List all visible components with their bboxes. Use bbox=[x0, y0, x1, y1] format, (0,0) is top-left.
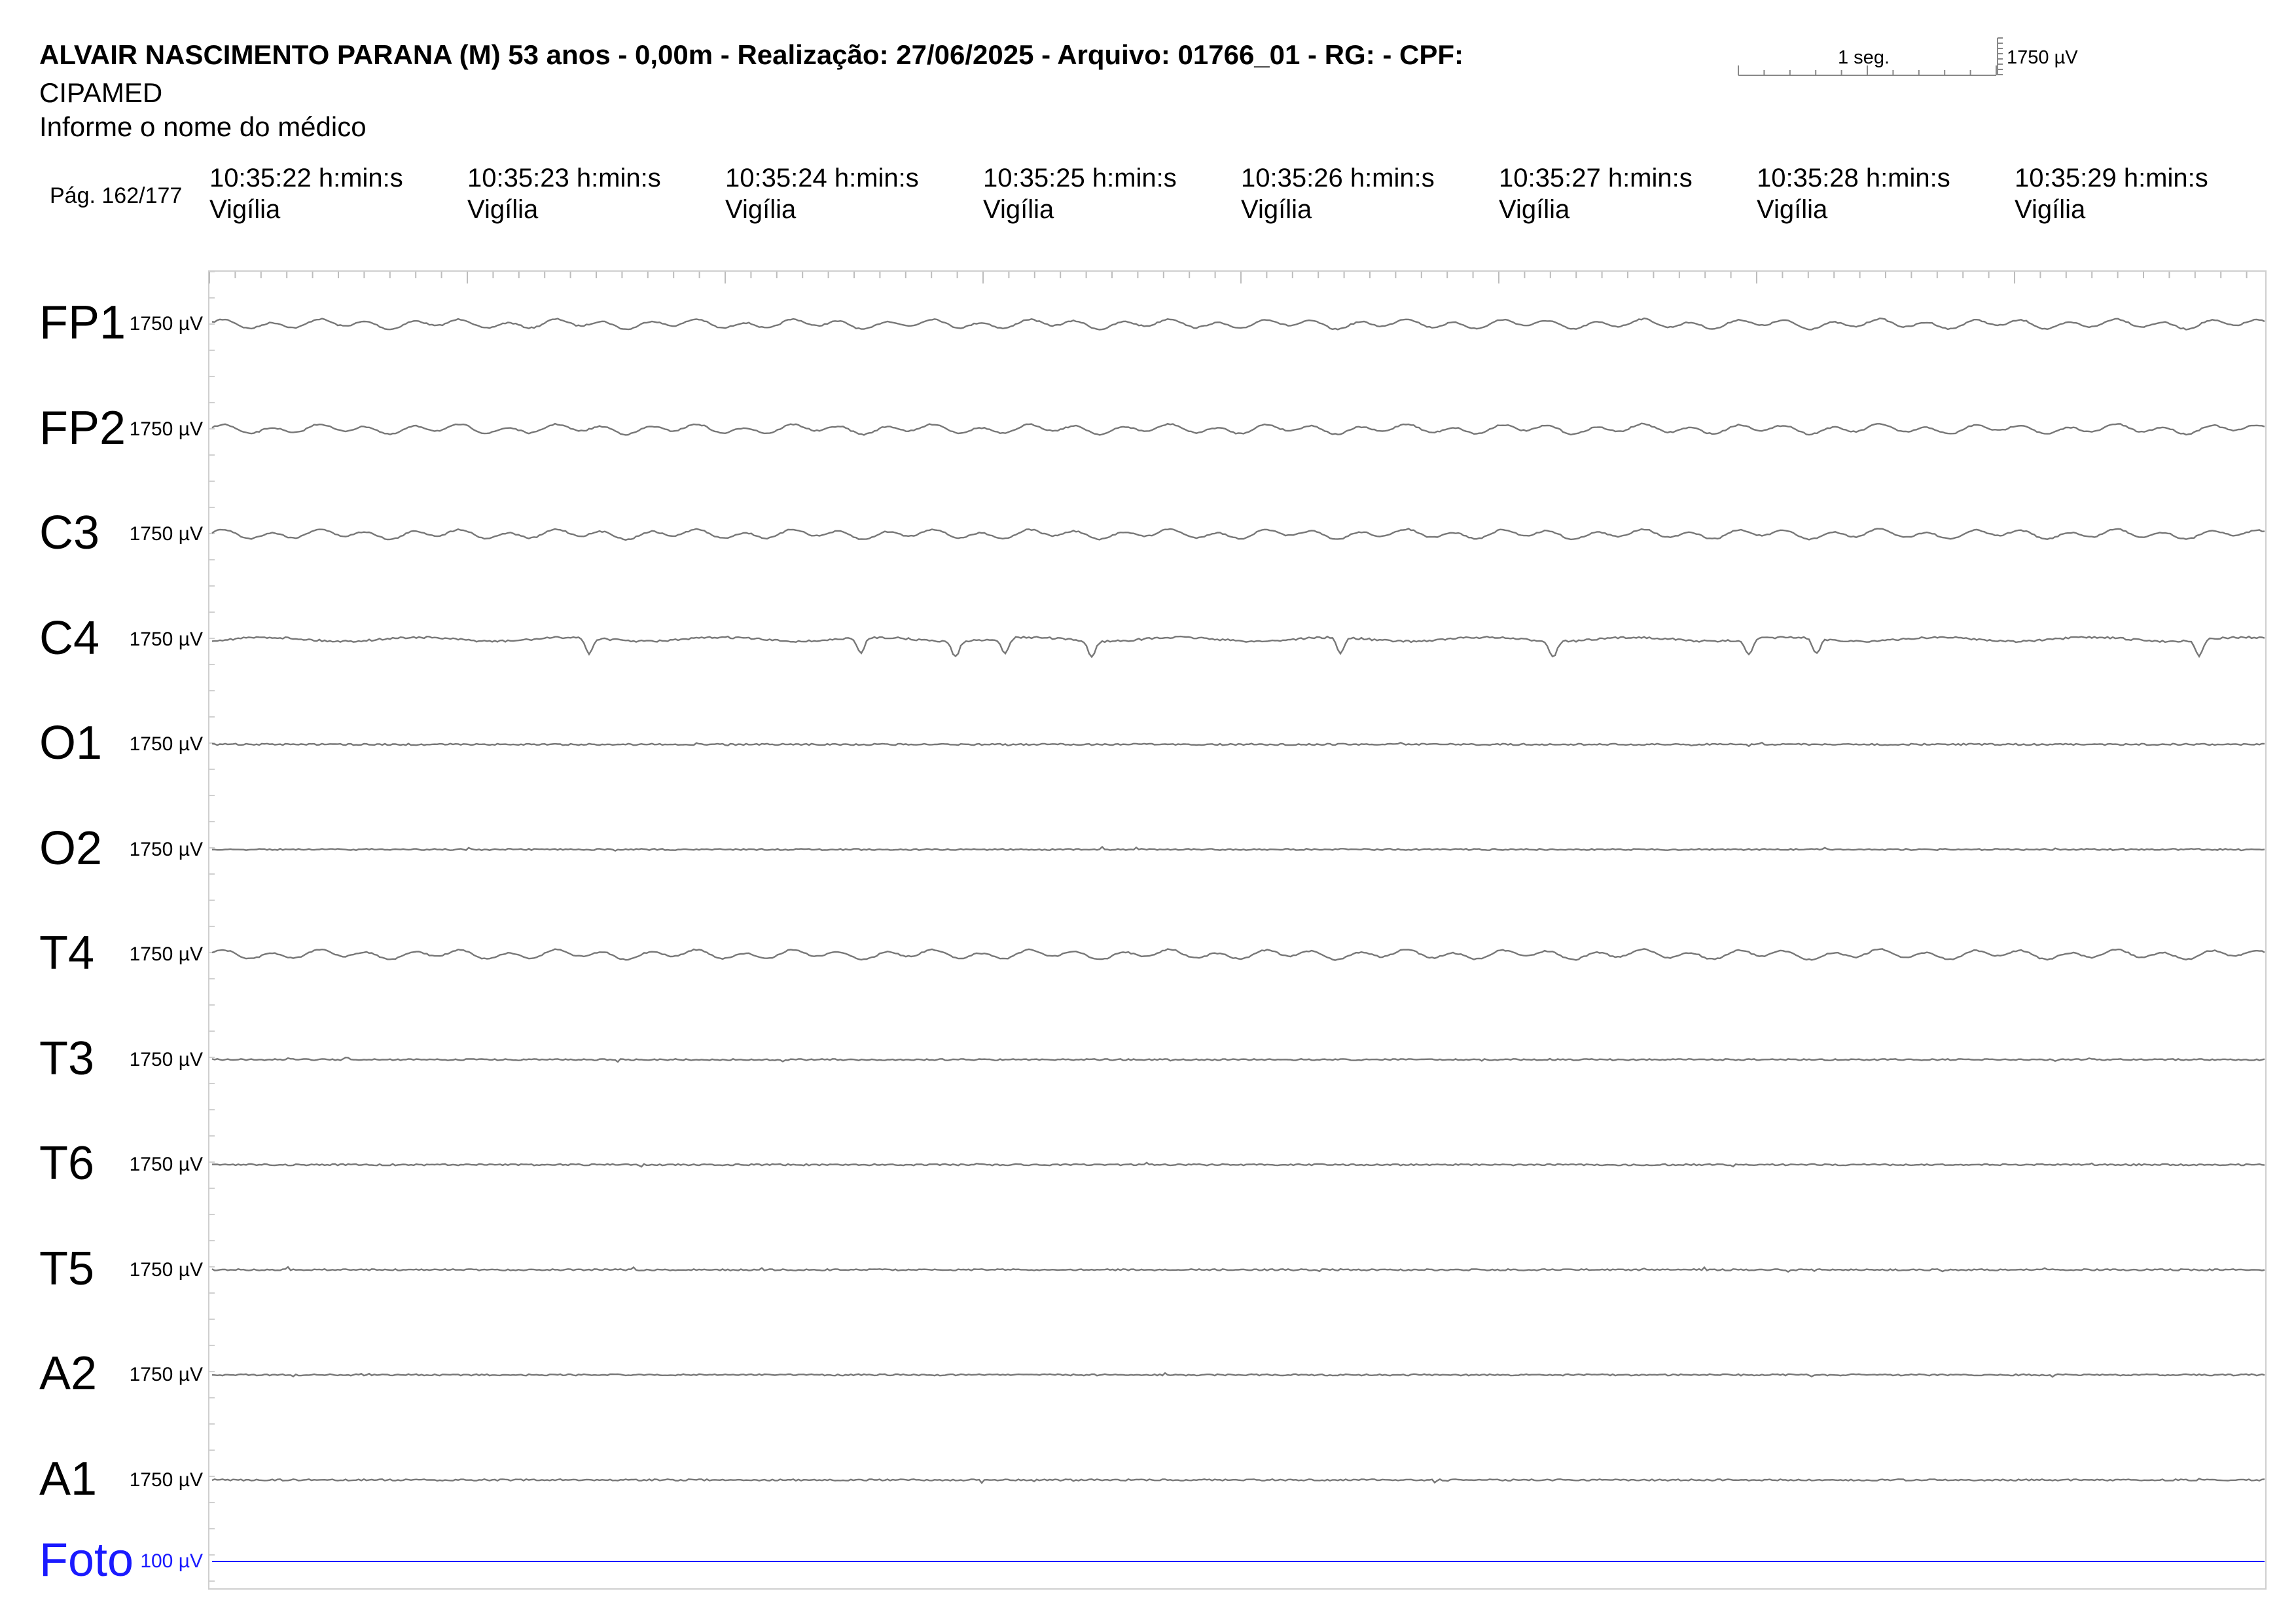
trace-t4 bbox=[211, 948, 2265, 961]
trace-t5 bbox=[211, 1266, 2265, 1273]
trace-fp1 bbox=[211, 317, 2265, 331]
trace-c4 bbox=[211, 635, 2265, 659]
trace-t3 bbox=[211, 1056, 2265, 1063]
trace-o2 bbox=[212, 845, 2265, 852]
trace-o1 bbox=[211, 741, 2265, 748]
trace-a2 bbox=[211, 1372, 2265, 1378]
trace-a1 bbox=[211, 1478, 2265, 1484]
trace-fp2 bbox=[211, 422, 2265, 436]
trace-c3 bbox=[211, 528, 2265, 541]
eeg-traces-canvas bbox=[209, 37, 2265, 1582]
trace-t6 bbox=[211, 1161, 2265, 1168]
